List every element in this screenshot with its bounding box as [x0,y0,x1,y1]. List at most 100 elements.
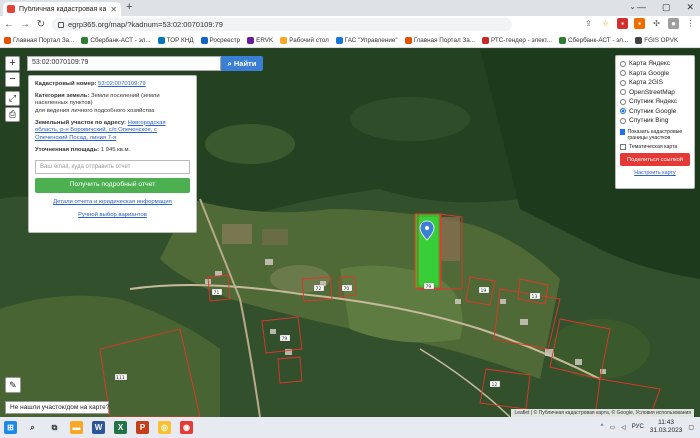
manual-choice-link[interactable]: Ручной выбор вариантов [78,212,147,218]
configure-map-link[interactable]: Настроить карту [620,170,690,176]
show-borders-checkbox[interactable]: Показать кадастровые границы участков [620,128,690,141]
network-icon[interactable]: ▭ [609,424,615,431]
cadnum-link[interactable]: 53:02:0070109:79 [98,81,146,87]
bookmark-item[interactable]: Рабочий стол [280,36,329,44]
browser-tab[interactable]: Публичная кадастровая карта ✕ [3,2,121,16]
layer-option-label: OpenStreetMap [629,88,675,96]
maximize-icon[interactable]: ▢ [662,2,671,13]
share-link-button[interactable]: Поделиться ссылкой [620,153,690,167]
excel-icon[interactable]: X [114,421,127,434]
radio-icon [620,70,626,77]
find-button[interactable]: ⌕ Найти [221,56,263,71]
bookmark-item[interactable]: Росреестр [200,36,241,44]
search-icon[interactable]: ⌕ [26,421,39,434]
forward-icon[interactable]: → [20,19,30,30]
zoom-in-button[interactable]: + [5,56,20,71]
bookmark-item[interactable]: Главная Портал За... [4,36,75,44]
get-report-button[interactable]: Получить подробный отчет [35,178,190,194]
close-tab-icon[interactable]: ✕ [110,5,117,14]
task-view-icon[interactable]: ⧉ [48,421,61,434]
close-window-icon[interactable]: ✕ [686,2,694,13]
url-text: egrp365.org/map/?kadnum=53:02:0070109:79 [68,20,223,29]
back-icon[interactable]: ← [4,19,14,30]
puzzle-icon[interactable]: ✣ [651,18,662,29]
checkbox-checked-icon [620,128,625,135]
plot-label: 72 [316,286,322,292]
layer-option[interactable]: Карта Google [620,69,690,79]
bookmark-item[interactable]: Сбербанк-АСТ - эл... [81,36,151,44]
bookmark-item[interactable]: Главная Портал За... [404,36,475,44]
windows-start-icon[interactable]: ⊞ [4,421,17,434]
share-icon[interactable]: ⇪ [583,18,594,29]
window-controls: — ▢ ✕ [637,2,694,13]
bookmark-item[interactable]: ТОР КНД [157,36,194,44]
radio-icon [620,117,626,124]
layer-option[interactable]: Спутник Bing [620,116,690,126]
tray-chevron-icon[interactable]: ^ [601,424,604,430]
layer-option[interactable]: Карта 2GIS [620,78,690,88]
app-icon[interactable]: ◉ [180,421,193,434]
site-favicon-icon [7,5,15,13]
tab-search-icon[interactable]: ⌄ [629,2,636,11]
not-found-button[interactable]: Не нашли участок/дом на карте? [5,401,109,414]
lock-icon [58,21,64,28]
fullscreen-icon[interactable]: ⤢ [5,91,20,106]
radio-icon [620,60,626,67]
clock-date: 31.03.2023 [649,427,683,435]
thematic-map-label: Тематическая карта [629,143,678,150]
layer-option-selected[interactable]: Спутник Google [620,107,690,117]
volume-icon[interactable]: ◁ [621,424,626,431]
bookmark-label: Росреестр [209,36,241,44]
bookmark-item[interactable]: РТС-тендер - элект... [481,36,552,44]
category-label: Категория земель: [35,92,90,99]
bookmark-item[interactable]: ГАС "Управление" [335,36,398,44]
bookmark-label: ГАС "Управление" [344,36,398,44]
layer-option[interactable]: Спутник Яндекс [620,97,690,107]
tab-bar: Публичная кадастровая карта ✕ + ⌄ — ▢ ✕ [0,0,700,16]
clock[interactable]: 11:43 31.03.2023 [650,419,683,435]
report-details-link[interactable]: Детали отчета и юридическая информация [53,199,172,205]
profile-avatar-icon[interactable]: ● [668,18,679,29]
land-use-value: для ведения личного подсобного хозяйства [35,108,155,115]
address-row: Земельный участок по адресу: Новгородска… [35,120,190,143]
layer-option-label: Спутник Google [629,107,677,115]
menu-dots-icon[interactable]: ⋮ [685,18,696,29]
address-bar[interactable]: egrp365.org/map/?kadnum=53:02:0070109:79 [52,18,512,31]
checkbox-icon [620,143,626,150]
bookmark-item[interactable]: ERVK [247,36,273,44]
extension-icon[interactable]: ▪ [634,18,645,29]
thematic-map-checkbox[interactable]: Тематическая карта [620,143,690,150]
layer-option-label: Спутник Яндекс [629,98,678,106]
bookmark-item[interactable]: Сбербанк-АСТ - эл... [558,36,628,44]
powerpoint-icon[interactable]: P [136,421,149,434]
minimize-icon[interactable]: — [637,2,646,13]
zoom-out-button[interactable]: − [5,72,20,87]
parcel-info-panel: Кадастровый номер: 53:02:0070109:79 Кате… [28,75,197,233]
cadastral-search-input[interactable]: 53:02:0070109:79 [27,56,221,71]
bookmark-label: ТОР КНД [166,36,194,44]
layer-option[interactable]: Карта Яндекс [620,59,690,69]
bookmark-item[interactable]: FGIS OPVK [635,36,678,44]
bookmark-star-icon[interactable]: ☆ [600,18,611,29]
map-layers-panel: Карта Яндекс Карта Google Карта 2GIS Ope… [615,55,695,189]
word-icon[interactable]: W [92,421,105,434]
chrome-icon[interactable]: ◎ [158,421,171,434]
new-tab-button[interactable]: + [126,1,132,13]
layer-option[interactable]: OpenStreetMap [620,88,690,98]
plot-label: 12 [492,382,498,388]
plot-label: 79 [282,336,288,342]
plot-label: 79 [426,284,432,290]
radio-selected-icon [620,108,626,115]
language-indicator[interactable]: РУС [632,424,644,430]
file-explorer-icon[interactable]: ▬ [70,421,83,434]
bookmark-label: Главная Портал За... [13,36,75,44]
reload-icon[interactable]: ↻ [36,19,46,30]
notifications-icon[interactable]: ▢ [688,424,694,431]
area-value: 1 945 кв.м. [100,146,131,153]
email-field[interactable]: Ваш email, куда отправить отчет [35,160,190,175]
extensions: ⇪ ☆ ▪ ▪ ✣ ● ⋮ [583,18,696,29]
print-icon[interactable]: ⎙ [5,107,20,122]
draw-pencil-icon[interactable]: ✎ [5,377,21,393]
pdf-extension-icon[interactable]: ▪ [617,18,628,29]
find-button-label: Найти [233,59,257,68]
